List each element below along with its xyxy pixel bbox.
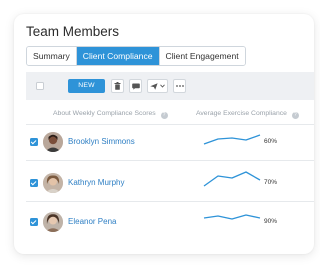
column-header-weekly-label: About Weekly Compliance Scores	[53, 110, 156, 117]
column-header-weekly: About Weekly Compliance Scores ?	[53, 110, 168, 119]
divider	[26, 160, 314, 161]
member-name-link[interactable]: Kathryn Murphy	[68, 178, 124, 187]
comment-icon	[131, 83, 140, 90]
divider	[26, 201, 314, 202]
trash-icon	[114, 82, 121, 90]
avatar	[43, 212, 63, 232]
compliance-percent: 70%	[264, 179, 278, 186]
send-icon	[150, 82, 158, 90]
info-icon[interactable]: ?	[160, 112, 168, 119]
table-row: Eleanor Pena 90%	[14, 212, 314, 252]
delete-button[interactable]	[111, 79, 124, 93]
comment-button[interactable]	[129, 79, 142, 93]
avatar	[43, 173, 63, 193]
tab-client-engagement[interactable]: Client Engagement	[159, 47, 245, 65]
chevron-down-icon	[160, 84, 165, 88]
tab-summary[interactable]: Summary	[27, 47, 77, 65]
page-title: Team Members	[26, 24, 120, 39]
compliance-sparkline	[203, 171, 261, 187]
compliance-sparkline	[203, 214, 261, 220]
send-dropdown-button[interactable]	[147, 79, 168, 93]
team-members-card: Team Members Summary Client Compliance C…	[14, 14, 314, 254]
compliance-percent: 90%	[264, 218, 278, 225]
divider	[26, 124, 314, 125]
select-all-checkbox[interactable]	[36, 82, 44, 90]
row-checkbox[interactable]	[30, 138, 38, 146]
row-checkbox[interactable]	[30, 218, 38, 226]
row-checkbox[interactable]	[30, 179, 38, 187]
column-header-exercise: Average Exercise Compliance ?	[196, 110, 299, 119]
compliance-sparkline	[203, 134, 261, 145]
table-row: Brooklyn Simmons 60%	[14, 132, 314, 172]
table-row: Kathryn Murphy 70%	[14, 171, 314, 213]
info-icon[interactable]: ?	[291, 112, 299, 119]
new-button[interactable]: NEW	[68, 79, 105, 93]
toolbar: NEW	[26, 72, 314, 100]
column-header-exercise-label: Average Exercise Compliance	[196, 110, 287, 117]
avatar	[43, 132, 63, 152]
tab-bar: Summary Client Compliance Client Engagem…	[26, 46, 246, 66]
tab-client-compliance[interactable]: Client Compliance	[76, 47, 160, 65]
more-icon	[175, 85, 184, 87]
member-name-link[interactable]: Brooklyn Simmons	[68, 137, 135, 146]
member-name-link[interactable]: Eleanor Pena	[68, 217, 116, 226]
compliance-percent: 60%	[264, 138, 278, 145]
more-button[interactable]	[173, 79, 186, 93]
